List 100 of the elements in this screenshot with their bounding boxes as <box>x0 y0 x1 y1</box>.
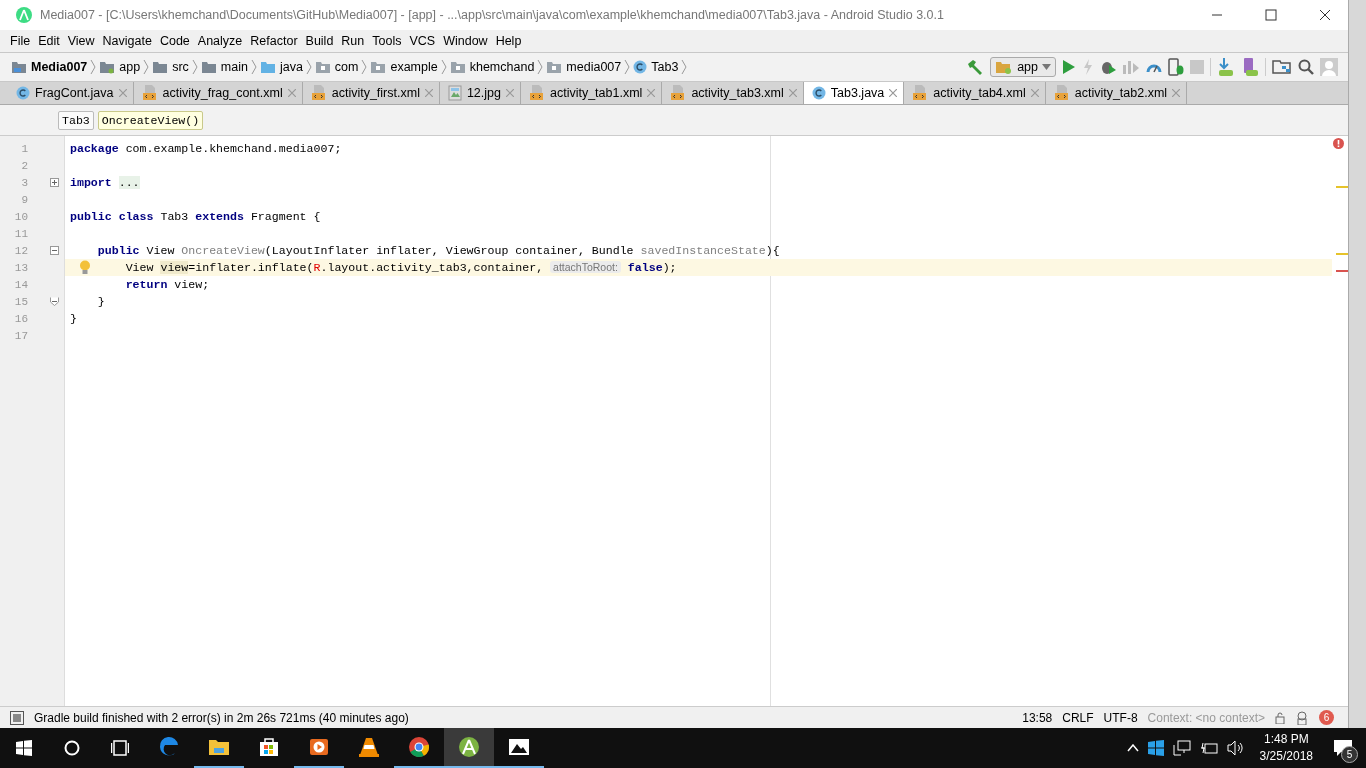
warning-marker[interactable] <box>1336 186 1348 188</box>
package-icon <box>314 60 331 74</box>
hammer-icon[interactable] <box>966 59 985 75</box>
structure-breadcrumb[interactable]: OncreateView() <box>97 110 204 130</box>
fold-minus-icon[interactable] <box>50 246 59 255</box>
menu-item[interactable]: Edit <box>34 34 64 48</box>
editor-tab[interactable]: activity_first.xml <box>302 82 440 104</box>
tool-window-icon[interactable] <box>10 710 24 725</box>
editor-tab[interactable]: activity_tab2.xml <box>1045 82 1188 104</box>
menu-item[interactable]: Window <box>439 34 492 48</box>
shopping-bag-icon <box>258 736 280 758</box>
notification-badge[interactable]: 6 <box>1319 710 1334 725</box>
breadcrumb[interactable]: khemchand <box>446 60 538 74</box>
code-line: } <box>69 311 78 327</box>
error-marker[interactable] <box>1336 270 1348 272</box>
package-icon <box>546 60 563 74</box>
cursor-position[interactable]: 13:58 <box>1022 710 1053 725</box>
play-icon[interactable] <box>1062 59 1076 75</box>
bug-icon[interactable] <box>1100 59 1116 75</box>
editor-tab[interactable]: 12.jpg <box>439 82 521 104</box>
menu-item[interactable]: VCS <box>405 34 440 48</box>
encoding[interactable]: UTF-8 <box>1103 710 1138 725</box>
menu-item[interactable]: Navigate <box>98 34 156 48</box>
chevron-icon <box>250 59 257 75</box>
line-number: 12 <box>13 244 28 257</box>
line-number: 16 <box>13 312 28 325</box>
run-configuration-dropdown[interactable]: app <box>990 57 1056 77</box>
clock-time[interactable]: 1:48 PM <box>1263 731 1309 748</box>
search-icon[interactable] <box>1298 59 1314 75</box>
folder-icon <box>99 60 116 74</box>
search-icon <box>64 740 80 756</box>
volume-icon[interactable] <box>1226 740 1245 756</box>
menu-item[interactable]: Analyze <box>193 34 247 48</box>
editor-tab[interactable]: activity_tab4.xml <box>904 82 1046 104</box>
menu-item[interactable]: Run <box>337 34 369 48</box>
breadcrumb[interactable]: main <box>197 60 251 74</box>
mountain-picture-icon <box>508 736 530 758</box>
close-icon[interactable] <box>647 89 656 97</box>
action-center-button[interactable]: 5 <box>1328 733 1358 763</box>
close-icon[interactable] <box>788 89 797 97</box>
close-icon[interactable] <box>889 89 898 97</box>
breadcrumb[interactable]: example <box>367 60 441 74</box>
clock-date[interactable]: 3/25/2018 <box>1259 748 1313 765</box>
xml-file-icon <box>310 85 327 101</box>
menu-item[interactable]: Tools <box>368 34 406 48</box>
code-line: return view; <box>124 277 211 293</box>
network-icon[interactable] <box>1172 740 1191 756</box>
breadcrumb[interactable]: java <box>256 60 306 74</box>
chevron-icon <box>361 59 368 75</box>
structure-breadcrumb[interactable]: Tab3 <box>58 110 94 130</box>
editor-tab[interactable]: FragCont.java <box>8 82 134 104</box>
line-separator[interactable]: CRLF <box>1062 710 1094 725</box>
chevron-icon <box>537 59 544 75</box>
close-icon[interactable] <box>287 89 296 97</box>
breadcrumb[interactable]: Tab3 <box>630 60 682 74</box>
chevron-icon <box>305 59 312 75</box>
close-icon[interactable] <box>1030 89 1039 97</box>
class-icon <box>16 86 30 100</box>
lightbulb-icon[interactable] <box>79 260 91 275</box>
editor-tab[interactable]: Tab3.java <box>803 82 905 104</box>
menu-item[interactable]: Code <box>155 34 194 48</box>
project-structure-icon[interactable] <box>1272 59 1292 75</box>
battery-icon[interactable] <box>1199 741 1218 755</box>
breadcrumb[interactable]: app <box>96 60 144 74</box>
media-player-icon <box>308 736 330 758</box>
close-icon[interactable] <box>118 89 127 97</box>
fold-plus-icon[interactable] <box>50 178 59 187</box>
taskbar-app[interactable] <box>444 728 494 768</box>
menu-item[interactable]: Build <box>301 34 338 48</box>
inspector-icon[interactable] <box>1295 710 1309 725</box>
breadcrumb[interactable]: com <box>311 60 362 74</box>
close-icon[interactable] <box>1172 89 1181 97</box>
warning-marker[interactable] <box>1336 253 1348 255</box>
edge-icon <box>158 736 180 758</box>
avd-manager-icon[interactable] <box>1241 58 1259 76</box>
traffic-cone-icon <box>358 736 380 758</box>
breadcrumb[interactable]: Media007 <box>8 60 91 74</box>
menu-item[interactable]: File <box>6 34 35 48</box>
fold-end-icon[interactable] <box>50 297 59 306</box>
menu-item[interactable]: Help <box>491 34 526 48</box>
line-number: 13 <box>13 261 28 274</box>
chevron-icon <box>143 59 150 75</box>
windows-icon[interactable] <box>1147 740 1164 756</box>
menu-item[interactable]: Refactor <box>246 34 302 48</box>
close-icon[interactable] <box>505 89 514 97</box>
breadcrumb[interactable]: src <box>149 60 192 74</box>
line-number: 11 <box>13 227 28 240</box>
code-line: import ... <box>69 175 141 191</box>
image-file-icon <box>447 85 462 101</box>
editor-tab[interactable]: activity_tab3.xml <box>662 82 804 104</box>
menu-item[interactable]: View <box>63 34 99 48</box>
chevron-up-icon[interactable] <box>1126 744 1139 752</box>
close-icon[interactable] <box>424 89 433 97</box>
editor-tab[interactable]: activity_tab1.xml <box>520 82 663 104</box>
lock-icon[interactable] <box>1275 711 1285 724</box>
sdk-download-icon[interactable] <box>1217 58 1235 76</box>
maximize-icon <box>1265 9 1277 21</box>
editor-tab[interactable]: activity_frag_cont.xml <box>133 82 303 104</box>
line-number: 1 <box>20 142 28 155</box>
breadcrumb[interactable]: media007 <box>543 60 625 74</box>
